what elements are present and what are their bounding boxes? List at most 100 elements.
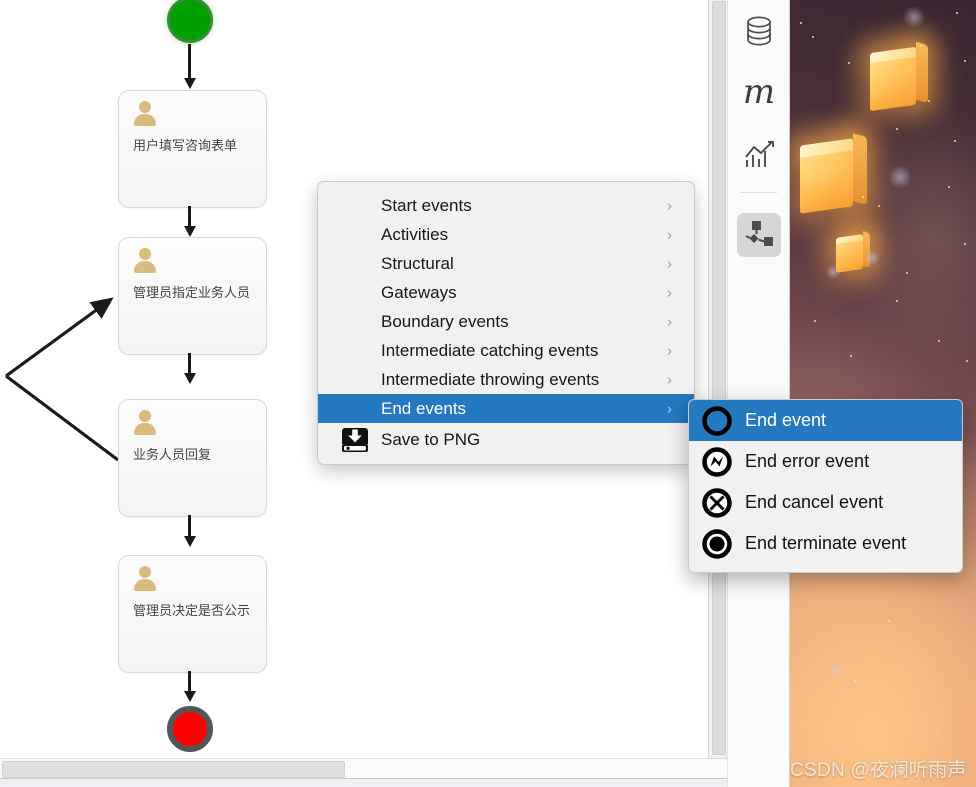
bokeh-glow	[826, 265, 840, 279]
lantern-1	[870, 42, 928, 112]
submenu-item-end-error-event[interactable]: End error event	[689, 441, 962, 482]
user-icon-head	[139, 410, 151, 422]
connector-arrowhead	[184, 536, 196, 547]
menu-item-activities[interactable]: Activities ›	[318, 220, 694, 249]
connector-arrowhead	[184, 226, 196, 237]
menu-item-structural[interactable]: Structural ›	[318, 249, 694, 278]
submenu-item-label: End terminate event	[745, 533, 907, 553]
connector-arrowhead	[184, 373, 196, 384]
chevron-right-icon: ›	[667, 255, 672, 272]
task-node-label: 业务人员回复	[133, 448, 212, 463]
m-letter-icon: m	[742, 72, 776, 112]
menu-item-label: Structural	[381, 253, 454, 273]
task-node-3[interactable]: 业务人员回复	[118, 399, 267, 517]
horizontal-scrollbar[interactable]	[0, 758, 727, 778]
save-disk-icon	[342, 428, 368, 452]
user-icon-body	[134, 114, 156, 126]
task-node-label: 管理员决定是否公示	[133, 604, 251, 619]
star	[920, 45, 922, 47]
vertical-scrollbar-thumb[interactable]	[712, 1, 726, 755]
star	[850, 355, 852, 357]
connector-arrowhead	[184, 78, 196, 89]
star	[966, 360, 968, 362]
end-event-node[interactable]	[167, 706, 213, 752]
menu-item-save-to-png[interactable]: Save to PNG	[318, 423, 694, 457]
rail-button-m[interactable]: m	[737, 70, 781, 114]
lantern-side-face	[916, 42, 928, 104]
star	[948, 186, 950, 188]
csdn-watermark: CSDN @夜澜听雨声	[790, 760, 967, 781]
star	[906, 272, 908, 274]
loopback-line-down	[5, 374, 119, 462]
desktop-wallpaper	[788, 0, 976, 787]
start-event-node[interactable]	[167, 0, 213, 43]
submenu-item-label: End error event	[745, 451, 870, 471]
menu-item-label: Save to PNG	[381, 430, 481, 449]
user-task-icon	[133, 566, 157, 592]
submenu-item-end-terminate-event[interactable]: End terminate event	[689, 523, 962, 564]
rail-button-database[interactable]	[737, 9, 781, 53]
menu-item-label: Gateways	[381, 282, 457, 302]
bokeh-glow	[903, 6, 925, 28]
submenu-item-end-event[interactable]: End event	[689, 400, 962, 441]
menu-item-label: End events	[381, 398, 467, 418]
menu-item-label: Start events	[381, 195, 472, 215]
end-cancel-event-icon	[702, 487, 732, 518]
end-events-submenu[interactable]: End event End error event End cancel eve…	[688, 399, 963, 573]
star	[854, 680, 856, 682]
star	[896, 128, 898, 130]
star	[956, 12, 958, 14]
star	[964, 243, 966, 245]
user-icon-head	[139, 248, 151, 260]
task-node-1[interactable]: 用户填写咨询表单	[118, 90, 267, 208]
chevron-right-icon: ›	[667, 197, 672, 214]
lantern-2	[800, 132, 867, 214]
connector-arrowhead	[184, 691, 196, 702]
loopback-connectors	[5, 297, 119, 462]
task-node-4[interactable]: 管理员决定是否公示	[118, 555, 267, 673]
bokeh-glow	[864, 250, 880, 266]
user-task-icon	[133, 410, 157, 436]
menu-item-label: Intermediate catching events	[381, 340, 599, 360]
menu-item-intermediate-throwing-events[interactable]: Intermediate throwing events ›	[318, 365, 694, 394]
submenu-item-label: End cancel event	[745, 492, 884, 512]
menu-item-gateways[interactable]: Gateways ›	[318, 278, 694, 307]
tool-rail: m	[727, 0, 790, 787]
end-event-icon	[702, 405, 732, 436]
star	[812, 36, 814, 38]
rail-divider	[741, 192, 777, 193]
star	[896, 300, 898, 302]
status-bar	[0, 778, 727, 787]
submenu-item-label: End event	[745, 410, 827, 430]
bokeh-glow	[828, 663, 842, 677]
end-terminate-event-icon	[702, 528, 732, 559]
chevron-right-icon: ›	[667, 342, 672, 359]
end-error-event-icon	[702, 446, 732, 477]
horizontal-scrollbar-thumb[interactable]	[2, 761, 345, 778]
star	[938, 340, 940, 342]
context-menu[interactable]: Start events › Activities › Structural ›…	[317, 181, 695, 465]
star	[928, 100, 930, 102]
loopback-arrow-up	[5, 297, 114, 378]
star	[814, 320, 816, 322]
rail-button-chart[interactable]	[737, 133, 781, 177]
menu-item-end-events[interactable]: End events ›	[318, 394, 694, 423]
user-task-icon	[133, 248, 157, 274]
user-icon-body	[134, 261, 156, 273]
star	[964, 60, 966, 62]
user-icon-head	[139, 566, 151, 578]
star	[800, 22, 802, 24]
wallpaper-mist	[788, 0, 976, 787]
star	[888, 620, 890, 622]
task-node-label: 管理员指定业务人员	[133, 286, 251, 301]
vertical-scrollbar[interactable]	[708, 0, 727, 758]
submenu-item-end-cancel-event[interactable]: End cancel event	[689, 482, 962, 523]
rail-button-diagram[interactable]	[737, 213, 781, 257]
menu-item-boundary-events[interactable]: Boundary events ›	[318, 307, 694, 336]
task-node-2[interactable]: 管理员指定业务人员	[118, 237, 267, 355]
lantern-3	[836, 231, 871, 273]
menu-item-start-events[interactable]: Start events ›	[318, 191, 694, 220]
menu-item-label: Intermediate throwing events	[381, 369, 600, 389]
star	[878, 205, 880, 207]
menu-item-intermediate-catching-events[interactable]: Intermediate catching events ›	[318, 336, 694, 365]
